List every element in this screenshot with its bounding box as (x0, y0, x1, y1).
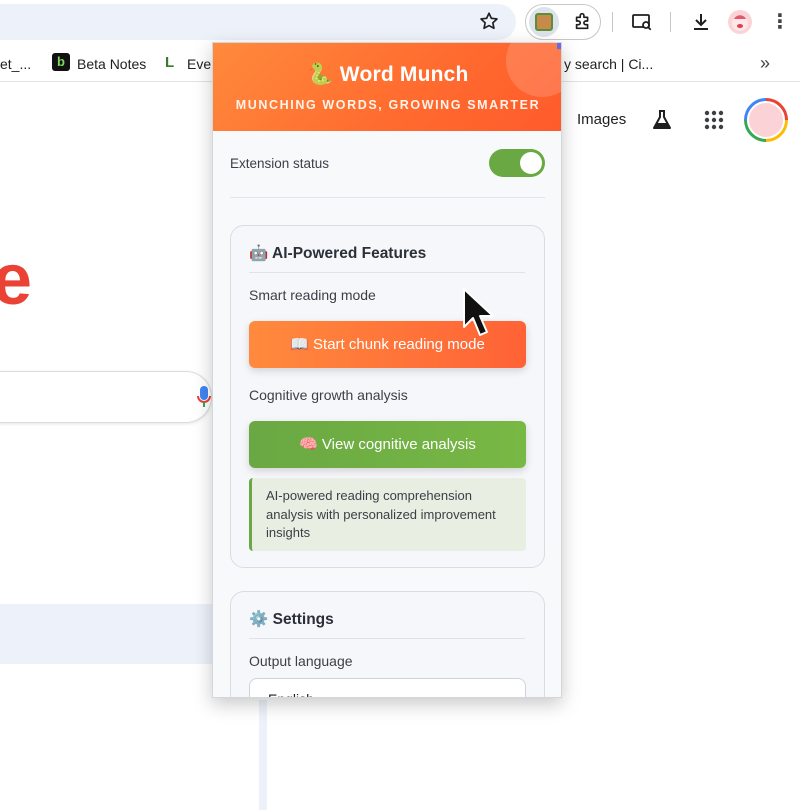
mouse-cursor-icon (463, 288, 494, 336)
cognitive-analysis-label: Cognitive growth analysis (249, 387, 408, 403)
smart-reading-label: Smart reading mode (249, 287, 376, 303)
page-gray-strip (259, 700, 267, 810)
output-language-select[interactable]: English (249, 678, 526, 697)
beta-notes-icon: b (52, 53, 70, 71)
profile-avatar-icon[interactable] (728, 10, 752, 34)
bookmark-item[interactable]: et_... (0, 54, 31, 74)
ai-info-note: AI-powered reading comprehension analysi… (249, 478, 526, 551)
bookmark-item[interactable]: y search | Ci... (564, 54, 653, 74)
bookmark-item[interactable]: Beta Notes (77, 54, 146, 74)
popup-header: 🐍 Word Munch MUNCHING WORDS, GROWING SMA… (213, 43, 561, 131)
extension-status-toggle[interactable] (489, 149, 545, 177)
popup-title: 🐍 Word Munch (307, 63, 469, 86)
settings-title: ⚙️ Settings (249, 611, 334, 628)
bookmark-star-icon[interactable] (478, 10, 500, 32)
word-munch-popup: 🐍 Word Munch MUNCHING WORDS, GROWING SMA… (212, 42, 562, 698)
ai-features-title: 🤖 AI-Powered Features (249, 245, 427, 262)
microphone-icon[interactable] (197, 386, 211, 408)
extension-status-row: Extension status (230, 147, 545, 181)
images-link[interactable]: Images (577, 111, 626, 128)
more-bookmarks-chevron-icon[interactable]: » (756, 53, 774, 73)
cast-search-icon[interactable] (630, 10, 654, 34)
extension-status-label: Extension status (230, 156, 330, 171)
leaf-bookmark-icon: L (165, 54, 175, 71)
card-divider (249, 272, 525, 273)
browser-toolbar: ⋮ (0, 0, 800, 44)
address-bar[interactable] (0, 4, 516, 40)
header-corner-accent (557, 43, 561, 49)
extensions-puzzle-icon[interactable] (572, 10, 594, 32)
browser-menu-icon[interactable]: ⋮ (768, 8, 792, 36)
toolbar-separator (670, 12, 671, 32)
toolbar-separator (612, 12, 613, 32)
view-cognitive-analysis-button[interactable]: 🧠 View cognitive analysis (249, 421, 526, 468)
google-search-box[interactable] (0, 371, 212, 423)
output-language-label: Output language (249, 653, 353, 669)
ai-features-card: 🤖 AI-Powered Features Smart reading mode… (230, 225, 545, 568)
google-account-avatar[interactable] (744, 98, 788, 142)
settings-card: ⚙️ Settings Output language English (230, 591, 545, 697)
toggle-knob (520, 152, 542, 174)
divider (230, 197, 545, 198)
download-icon[interactable] (689, 10, 713, 34)
google-apps-grid-icon[interactable] (703, 109, 725, 131)
card-divider (249, 638, 525, 639)
word-munch-extension-icon[interactable] (529, 7, 559, 37)
popup-subtitle: MUNCHING WORDS, GROWING SMARTER (235, 98, 541, 112)
google-logo-fragment: e (0, 240, 33, 320)
labs-flask-icon[interactable] (650, 108, 674, 132)
